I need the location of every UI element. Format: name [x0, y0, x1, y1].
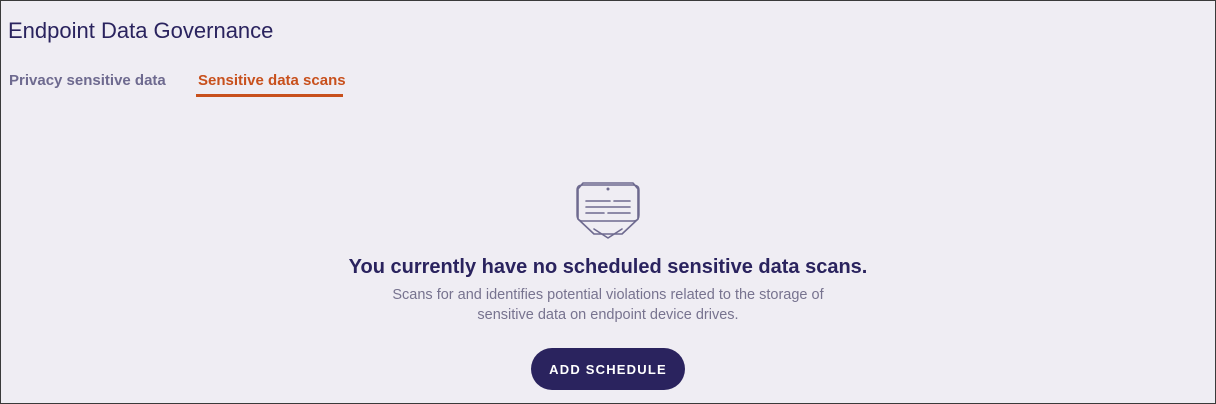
tab-label: Sensitive data scans: [198, 72, 346, 89]
add-schedule-button[interactable]: ADD SCHEDULE: [531, 348, 685, 390]
page-title: Endpoint Data Governance: [8, 18, 274, 43]
description-line: sensitive data on endpoint device drives…: [477, 307, 739, 323]
tab-sensitive-data-scans[interactable]: Sensitive data scans: [196, 67, 346, 97]
document-scan-icon: [574, 177, 642, 239]
active-tab-indicator: [196, 94, 343, 97]
empty-state-description: Scans for and identifies potential viola…: [1, 285, 1215, 325]
tab-bar: Privacy sensitive data Sensitive data sc…: [1, 67, 1215, 99]
tab-privacy-sensitive-data[interactable]: Privacy sensitive data: [9, 67, 166, 97]
page-container: Endpoint Data Governance Privacy sensiti…: [0, 0, 1216, 404]
empty-state-title: You currently have no scheduled sensitiv…: [348, 256, 868, 278]
description-line: Scans for and identifies potential viola…: [392, 287, 824, 303]
tab-label: Privacy sensitive data: [9, 72, 166, 89]
